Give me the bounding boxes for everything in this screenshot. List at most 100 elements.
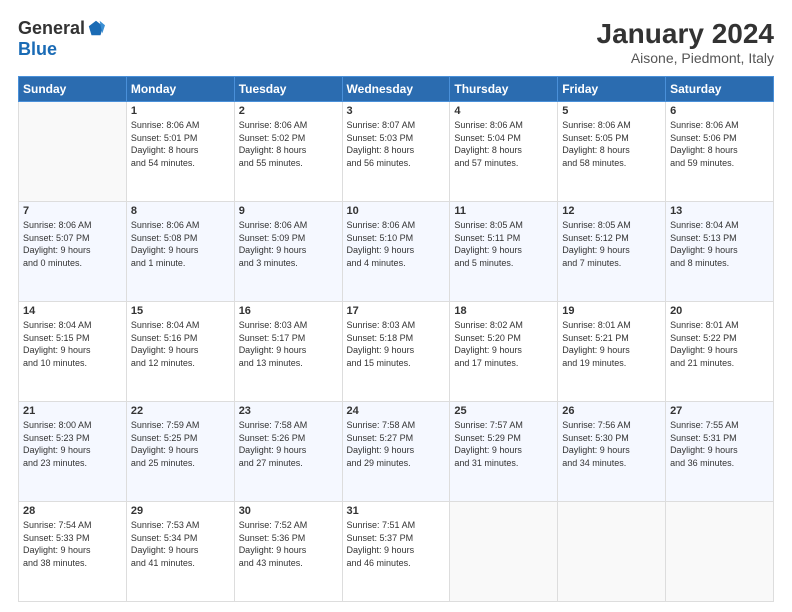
sunset-text: Sunset: 5:27 PM bbox=[347, 432, 446, 445]
daylight-text: Daylight: 8 hoursand 59 minutes. bbox=[670, 144, 769, 169]
sunrise-text: Sunrise: 7:54 AM bbox=[23, 519, 122, 532]
sunset-text: Sunset: 5:03 PM bbox=[347, 132, 446, 145]
day-number: 13 bbox=[670, 205, 769, 217]
sunrise-text: Sunrise: 7:52 AM bbox=[239, 519, 338, 532]
day-info: Sunrise: 8:04 AMSunset: 5:16 PMDaylight:… bbox=[131, 319, 230, 369]
sunrise-text: Sunrise: 8:04 AM bbox=[131, 319, 230, 332]
day-number: 19 bbox=[562, 305, 661, 317]
sunset-text: Sunset: 5:23 PM bbox=[23, 432, 122, 445]
sunrise-text: Sunrise: 8:06 AM bbox=[562, 119, 661, 132]
daylight-line2: and 59 minutes. bbox=[670, 157, 769, 170]
table-row: 24Sunrise: 7:58 AMSunset: 5:27 PMDayligh… bbox=[342, 402, 450, 502]
day-number: 8 bbox=[131, 205, 230, 217]
daylight-line2: and 19 minutes. bbox=[562, 357, 661, 370]
daylight-line1: Daylight: 8 hours bbox=[239, 144, 338, 157]
daylight-line1: Daylight: 9 hours bbox=[562, 244, 661, 257]
day-number: 29 bbox=[131, 505, 230, 517]
daylight-line1: Daylight: 9 hours bbox=[131, 444, 230, 457]
sunset-text: Sunset: 5:06 PM bbox=[670, 132, 769, 145]
daylight-line2: and 43 minutes. bbox=[239, 557, 338, 570]
day-info: Sunrise: 8:06 AMSunset: 5:04 PMDaylight:… bbox=[454, 119, 553, 169]
table-row: 29Sunrise: 7:53 AMSunset: 5:34 PMDayligh… bbox=[126, 502, 234, 602]
logo-blue-text: Blue bbox=[18, 39, 57, 60]
sunset-text: Sunset: 5:17 PM bbox=[239, 332, 338, 345]
daylight-text: Daylight: 8 hoursand 58 minutes. bbox=[562, 144, 661, 169]
daylight-text: Daylight: 9 hoursand 41 minutes. bbox=[131, 544, 230, 569]
day-info: Sunrise: 8:03 AMSunset: 5:18 PMDaylight:… bbox=[347, 319, 446, 369]
daylight-line2: and 8 minutes. bbox=[670, 257, 769, 270]
subtitle: Aisone, Piedmont, Italy bbox=[597, 50, 774, 66]
day-number: 25 bbox=[454, 405, 553, 417]
sunset-text: Sunset: 5:30 PM bbox=[562, 432, 661, 445]
daylight-text: Daylight: 9 hoursand 31 minutes. bbox=[454, 444, 553, 469]
calendar-week-row: 14Sunrise: 8:04 AMSunset: 5:15 PMDayligh… bbox=[19, 302, 774, 402]
daylight-line2: and 12 minutes. bbox=[131, 357, 230, 370]
sunset-text: Sunset: 5:05 PM bbox=[562, 132, 661, 145]
daylight-line2: and 17 minutes. bbox=[454, 357, 553, 370]
daylight-line2: and 57 minutes. bbox=[454, 157, 553, 170]
logo-general-text: General bbox=[18, 18, 85, 39]
sunrise-text: Sunrise: 7:59 AM bbox=[131, 419, 230, 432]
daylight-text: Daylight: 9 hoursand 0 minutes. bbox=[23, 244, 122, 269]
day-info: Sunrise: 8:06 AMSunset: 5:06 PMDaylight:… bbox=[670, 119, 769, 169]
table-row bbox=[558, 502, 666, 602]
daylight-line1: Daylight: 9 hours bbox=[454, 444, 553, 457]
daylight-text: Daylight: 9 hoursand 25 minutes. bbox=[131, 444, 230, 469]
header: General Blue January 2024 Aisone, Piedmo… bbox=[18, 18, 774, 66]
daylight-line1: Daylight: 9 hours bbox=[239, 544, 338, 557]
sunrise-text: Sunrise: 8:06 AM bbox=[454, 119, 553, 132]
calendar-table: Sunday Monday Tuesday Wednesday Thursday… bbox=[18, 76, 774, 602]
day-number: 20 bbox=[670, 305, 769, 317]
day-info: Sunrise: 8:02 AMSunset: 5:20 PMDaylight:… bbox=[454, 319, 553, 369]
table-row: 27Sunrise: 7:55 AMSunset: 5:31 PMDayligh… bbox=[666, 402, 774, 502]
day-number: 11 bbox=[454, 205, 553, 217]
daylight-text: Daylight: 9 hoursand 10 minutes. bbox=[23, 344, 122, 369]
sunrise-text: Sunrise: 8:04 AM bbox=[23, 319, 122, 332]
daylight-line1: Daylight: 9 hours bbox=[131, 544, 230, 557]
day-info: Sunrise: 7:58 AMSunset: 5:27 PMDaylight:… bbox=[347, 419, 446, 469]
day-info: Sunrise: 8:06 AMSunset: 5:05 PMDaylight:… bbox=[562, 119, 661, 169]
page: General Blue January 2024 Aisone, Piedmo… bbox=[0, 0, 792, 612]
daylight-text: Daylight: 9 hoursand 43 minutes. bbox=[239, 544, 338, 569]
daylight-line2: and 21 minutes. bbox=[670, 357, 769, 370]
daylight-text: Daylight: 9 hoursand 12 minutes. bbox=[131, 344, 230, 369]
daylight-line1: Daylight: 9 hours bbox=[562, 344, 661, 357]
sunrise-text: Sunrise: 8:05 AM bbox=[454, 219, 553, 232]
sunrise-text: Sunrise: 8:06 AM bbox=[347, 219, 446, 232]
daylight-line2: and 31 minutes. bbox=[454, 457, 553, 470]
daylight-text: Daylight: 9 hoursand 36 minutes. bbox=[670, 444, 769, 469]
daylight-text: Daylight: 9 hoursand 5 minutes. bbox=[454, 244, 553, 269]
daylight-line2: and 25 minutes. bbox=[131, 457, 230, 470]
daylight-line1: Daylight: 9 hours bbox=[23, 344, 122, 357]
day-number: 16 bbox=[239, 305, 338, 317]
main-title: January 2024 bbox=[597, 18, 774, 50]
day-number: 12 bbox=[562, 205, 661, 217]
day-info: Sunrise: 8:01 AMSunset: 5:22 PMDaylight:… bbox=[670, 319, 769, 369]
daylight-text: Daylight: 9 hoursand 46 minutes. bbox=[347, 544, 446, 569]
daylight-line1: Daylight: 8 hours bbox=[347, 144, 446, 157]
sunset-text: Sunset: 5:15 PM bbox=[23, 332, 122, 345]
table-row: 26Sunrise: 7:56 AMSunset: 5:30 PMDayligh… bbox=[558, 402, 666, 502]
daylight-line1: Daylight: 8 hours bbox=[670, 144, 769, 157]
table-row: 15Sunrise: 8:04 AMSunset: 5:16 PMDayligh… bbox=[126, 302, 234, 402]
day-info: Sunrise: 7:51 AMSunset: 5:37 PMDaylight:… bbox=[347, 519, 446, 569]
table-row: 28Sunrise: 7:54 AMSunset: 5:33 PMDayligh… bbox=[19, 502, 127, 602]
day-number: 30 bbox=[239, 505, 338, 517]
day-number: 18 bbox=[454, 305, 553, 317]
sunrise-text: Sunrise: 8:06 AM bbox=[23, 219, 122, 232]
table-row: 16Sunrise: 8:03 AMSunset: 5:17 PMDayligh… bbox=[234, 302, 342, 402]
sunset-text: Sunset: 5:36 PM bbox=[239, 532, 338, 545]
daylight-line1: Daylight: 9 hours bbox=[670, 344, 769, 357]
daylight-line2: and 41 minutes. bbox=[131, 557, 230, 570]
sunrise-text: Sunrise: 8:07 AM bbox=[347, 119, 446, 132]
calendar-week-row: 28Sunrise: 7:54 AMSunset: 5:33 PMDayligh… bbox=[19, 502, 774, 602]
daylight-text: Daylight: 9 hoursand 13 minutes. bbox=[239, 344, 338, 369]
sunrise-text: Sunrise: 8:06 AM bbox=[131, 219, 230, 232]
daylight-line2: and 38 minutes. bbox=[23, 557, 122, 570]
sunset-text: Sunset: 5:18 PM bbox=[347, 332, 446, 345]
sunrise-text: Sunrise: 8:06 AM bbox=[239, 219, 338, 232]
daylight-line2: and 5 minutes. bbox=[454, 257, 553, 270]
calendar-week-row: 1Sunrise: 8:06 AMSunset: 5:01 PMDaylight… bbox=[19, 102, 774, 202]
daylight-line2: and 34 minutes. bbox=[562, 457, 661, 470]
daylight-text: Daylight: 9 hoursand 27 minutes. bbox=[239, 444, 338, 469]
